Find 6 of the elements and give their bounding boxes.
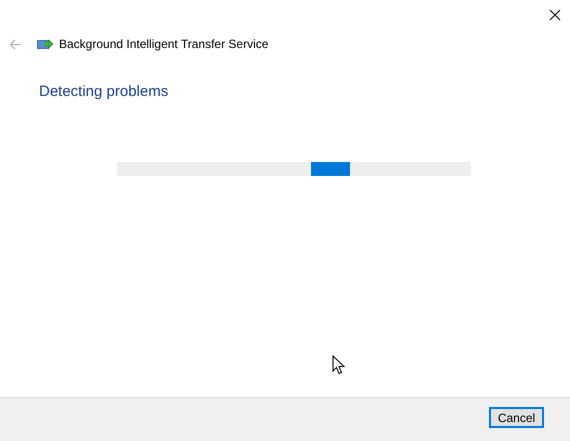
cancel-button[interactable]: Cancel (489, 407, 544, 428)
service-icon (37, 38, 53, 50)
mouse-cursor-icon (332, 355, 345, 375)
window-title: Background Intelligent Transfer Service (59, 37, 268, 51)
close-icon[interactable] (549, 8, 561, 20)
page-heading: Detecting problems (39, 83, 170, 100)
